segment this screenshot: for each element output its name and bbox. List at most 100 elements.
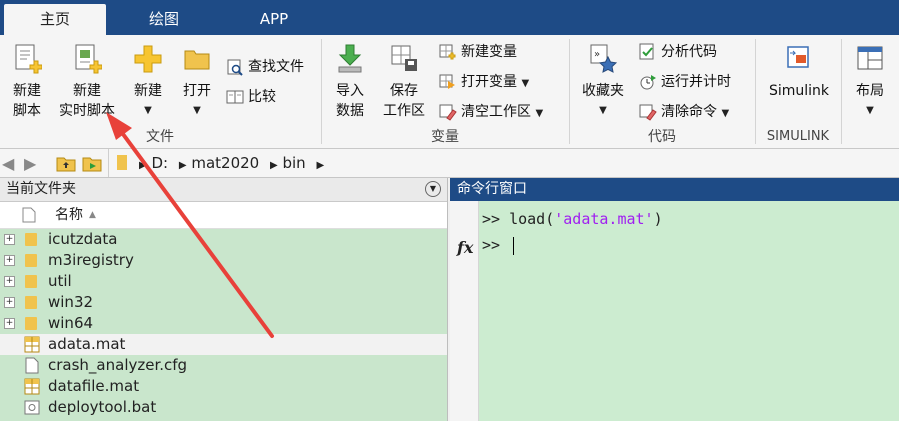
- new-live-script-label-1: 新建: [73, 83, 101, 99]
- path-folder-mat2020[interactable]: mat2020: [191, 154, 259, 172]
- new-dropdown-caret[interactable]: ▼: [124, 101, 172, 121]
- list-item[interactable]: + icutzdata: [0, 229, 447, 250]
- file-group-label: 文件: [146, 129, 174, 145]
- svg-text:»: »: [594, 49, 600, 60]
- command-history-line: >> load('adata.mat'): [482, 210, 663, 228]
- prompt: >>: [482, 236, 501, 254]
- path-drive[interactable]: D:: [151, 154, 168, 172]
- open-button[interactable]: 打开 ▼: [174, 43, 220, 121]
- analyze-code-icon: [639, 43, 654, 60]
- prompt: >>: [482, 210, 501, 228]
- open-variable-button[interactable]: 打开变量 ▼: [439, 70, 529, 94]
- sort-ascending-icon[interactable]: ▲: [89, 202, 96, 228]
- clear-workspace-label: 清空工作区: [461, 104, 531, 120]
- list-item[interactable]: + win32: [0, 292, 447, 313]
- clear-workspace-button[interactable]: 清空工作区 ▼: [439, 100, 543, 124]
- file-name: crash_analyzer.cfg: [48, 356, 188, 374]
- save-workspace-button[interactable]: 保存 工作区: [378, 43, 430, 121]
- command-window-title-bar: 命令行窗口: [450, 178, 899, 201]
- save-workspace-label-2: 工作区: [383, 103, 425, 119]
- clear-commands-icon: [639, 104, 657, 121]
- path-separator-icon: ▶: [139, 160, 147, 171]
- list-item[interactable]: datafile.mat: [0, 376, 447, 397]
- new-script-button[interactable]: 新建 脚本: [2, 43, 52, 121]
- simulink-button[interactable]: Simulink: [760, 43, 838, 101]
- folder-icon: [25, 317, 37, 330]
- cfg-file-icon: [25, 357, 39, 374]
- plus-icon: [134, 45, 162, 73]
- import-data-label-1: 导入: [336, 83, 364, 99]
- expand-icon[interactable]: +: [4, 318, 15, 329]
- expand-icon[interactable]: +: [4, 297, 15, 308]
- layout-button[interactable]: 布局 ▼: [846, 43, 894, 121]
- current-folder-title: 当前文件夹: [6, 181, 76, 197]
- list-item[interactable]: crash_analyzer.cfg: [0, 355, 447, 376]
- favorites-label: 收藏夹: [582, 83, 624, 99]
- expand-icon[interactable]: +: [4, 276, 15, 287]
- find-files-button[interactable]: 查找文件: [226, 55, 304, 79]
- command-window[interactable]: 命令行窗口 fx >> load('adata.mat') >>: [450, 178, 899, 421]
- clear-commands-button[interactable]: 清除命令 ▼: [639, 100, 729, 124]
- list-item[interactable]: deploytool.bat: [0, 397, 447, 421]
- variable-group-label: 变量: [431, 129, 459, 145]
- simulink-icon: [787, 46, 809, 68]
- new-live-script-button[interactable]: 新建 实时脚本: [54, 43, 120, 121]
- folder-open-icon: [184, 50, 210, 70]
- new-script-label-2: 脚本: [13, 103, 41, 119]
- up-folder-icon[interactable]: [56, 154, 76, 172]
- file-name: adata.mat: [48, 335, 126, 353]
- open-dropdown-caret[interactable]: ▼: [174, 101, 220, 121]
- list-item[interactable]: + m3iregistry: [0, 250, 447, 271]
- list-item[interactable]: + util: [0, 271, 447, 292]
- file-name: icutzdata: [48, 230, 118, 248]
- expand-icon[interactable]: +: [4, 255, 15, 266]
- column-header: 名称 ▲: [0, 202, 447, 229]
- path-breadcrumb[interactable]: ▶ D: ▶ mat2020 ▶ bin ▶: [139, 153, 324, 173]
- favorites-button[interactable]: » 收藏夹 ▼: [574, 43, 632, 121]
- layout-dropdown-caret[interactable]: ▼: [846, 101, 894, 121]
- file-name: m3iregistry: [48, 251, 134, 269]
- bat-file-icon: [24, 400, 40, 415]
- command-input-line[interactable]: >>: [482, 236, 515, 255]
- path-folder-bin[interactable]: bin: [282, 154, 305, 172]
- list-item[interactable]: + win64: [0, 313, 447, 334]
- open-variable-caret[interactable]: ▼: [521, 78, 529, 89]
- clear-commands-caret[interactable]: ▼: [721, 108, 729, 119]
- new-variable-button[interactable]: 新建变量: [439, 40, 517, 64]
- browse-folder-icon[interactable]: [82, 154, 102, 172]
- tab-apps[interactable]: APP: [222, 4, 326, 35]
- new-button[interactable]: 新建 ▼: [124, 43, 172, 121]
- forward-icon[interactable]: ▶: [24, 154, 36, 173]
- run-and-time-label: 运行并计时: [661, 74, 731, 90]
- new-script-label-1: 新建: [13, 83, 41, 99]
- current-folder-panel: 当前文件夹 ▼ 名称 ▲ + icutzdata + m3iregistry + ut…: [0, 178, 448, 421]
- analyze-code-button[interactable]: 分析代码: [639, 40, 717, 64]
- address-bar: ◀ ▶ ▶ D: ▶ mat2020 ▶ bin ▶: [0, 149, 899, 178]
- expand-icon[interactable]: +: [4, 234, 15, 245]
- open-variable-label: 打开变量: [461, 74, 517, 90]
- file-name: win32: [48, 293, 94, 311]
- favorites-icon: »: [590, 44, 618, 73]
- import-data-button[interactable]: 导入 数据: [326, 43, 374, 121]
- clear-workspace-caret[interactable]: ▼: [535, 108, 543, 119]
- address-divider: [108, 149, 109, 177]
- favorites-dropdown-caret[interactable]: ▼: [574, 101, 632, 121]
- tab-home[interactable]: 主页: [4, 4, 106, 35]
- panel-actions-icon[interactable]: ▼: [425, 181, 441, 197]
- tab-bar: 主页 绘图 APP: [0, 0, 899, 35]
- tab-plots[interactable]: 绘图: [108, 4, 220, 35]
- file-name: deploytool.bat: [48, 398, 157, 416]
- group-divider: [841, 39, 842, 144]
- path-separator-icon: ▶: [178, 160, 187, 171]
- run-and-time-button[interactable]: 运行并计时: [639, 70, 731, 94]
- function-browser-icon[interactable]: fx: [457, 238, 473, 257]
- find-files-label: 查找文件: [248, 59, 304, 75]
- folder-icon: [25, 296, 37, 309]
- compare-label: 比较: [248, 89, 276, 105]
- back-icon[interactable]: ◀: [2, 154, 14, 173]
- name-column-header[interactable]: 名称: [55, 202, 83, 228]
- command-string-arg: 'adata.mat': [554, 210, 654, 228]
- list-item-selected[interactable]: adata.mat: [0, 334, 447, 355]
- compare-button[interactable]: 比较: [226, 85, 276, 109]
- command-text: load(: [509, 210, 555, 228]
